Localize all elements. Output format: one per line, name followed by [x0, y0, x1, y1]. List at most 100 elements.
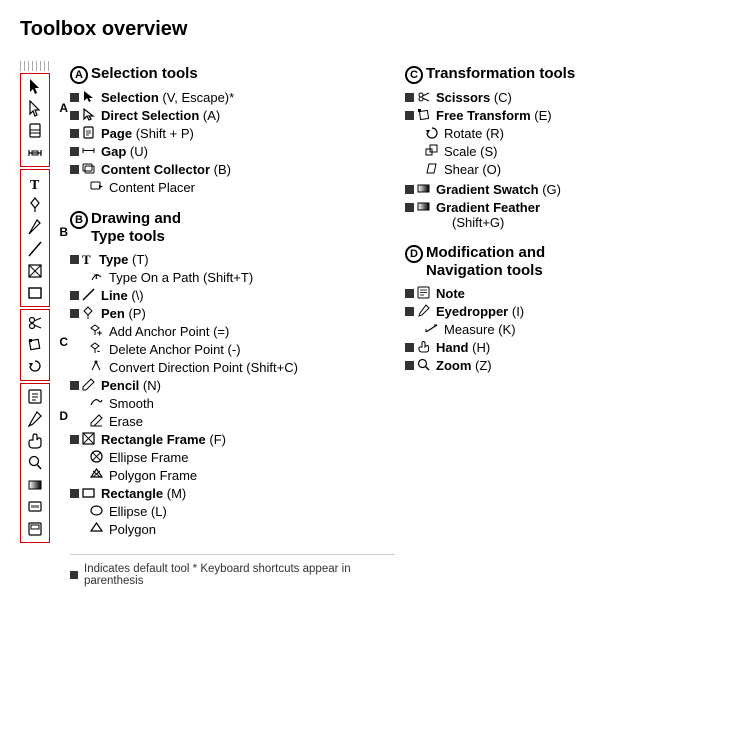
tool-pen[interactable]	[23, 194, 47, 216]
tool-label: Erase	[109, 414, 143, 429]
tool-rotate[interactable]	[23, 356, 47, 378]
list-item: Content Collector (B)	[70, 162, 395, 178]
tool-icon-convert	[90, 360, 103, 376]
tool-rect[interactable]	[23, 282, 47, 304]
tool-label: Zoom (Z)	[436, 358, 492, 373]
list-item: Hand (H)	[405, 340, 730, 356]
list-item: Selection (V, Escape)*	[70, 90, 395, 106]
tool-label: Ellipse Frame	[109, 450, 188, 465]
list-item: Ellipse Frame	[70, 450, 395, 466]
tool-icon-ellipse-frame	[90, 450, 103, 466]
tool-eyedropper[interactable]	[23, 408, 47, 430]
drawing-tool-list: T Type (T) T Type On a Path (Shift+T)	[70, 252, 395, 538]
tool-gradient[interactable]	[23, 474, 47, 496]
tool-scissors[interactable]	[23, 312, 47, 334]
circle-a: A	[70, 66, 88, 84]
default-marker	[405, 185, 414, 194]
tool-icon-polygon-frame	[90, 468, 103, 484]
list-item: T Type On a Path (Shift+T)	[70, 270, 395, 286]
tool-icon-ellipse	[90, 504, 103, 520]
tool-extra2[interactable]	[23, 518, 47, 540]
col-right: C Transformation tools Scissors (C)	[395, 57, 730, 587]
circle-c: C	[405, 66, 423, 84]
list-item: - Delete Anchor Point (-)	[70, 342, 395, 358]
tool-arrow[interactable]	[23, 76, 47, 98]
tool-label: Smooth	[109, 396, 154, 411]
tool-page[interactable]	[23, 120, 47, 142]
circle-d: D	[405, 245, 423, 263]
list-item: Content Placer	[70, 180, 395, 196]
tool-extra1[interactable]	[23, 496, 47, 518]
tool-icon-zoom-disp	[417, 358, 430, 374]
tool-group-c	[20, 309, 50, 381]
default-marker	[405, 93, 414, 102]
list-item: Gap (U)	[70, 144, 395, 160]
page-container: Toolbox overview A	[0, 0, 750, 601]
default-marker	[70, 435, 79, 444]
tool-icon-measure	[425, 322, 438, 338]
tool-icon-scissors	[417, 90, 430, 106]
tool-zoom[interactable]	[23, 452, 47, 474]
tool-type[interactable]: T	[23, 172, 47, 194]
section-header-modification: D Modification andNavigation tools	[405, 244, 730, 280]
tool-label: Scissors (C)	[436, 90, 512, 105]
tool-gap[interactable]	[23, 142, 47, 164]
default-marker	[405, 343, 414, 352]
tool-icon-pen	[82, 306, 95, 322]
tool-label: Type On a Path (Shift+T)	[109, 270, 253, 285]
tool-icon-placer	[90, 180, 103, 196]
list-item: Rectangle Frame (F)	[70, 432, 395, 448]
default-marker	[70, 381, 79, 390]
tool-icon-direct	[82, 108, 95, 124]
tool-note[interactable]	[23, 386, 47, 408]
default-marker	[405, 307, 414, 316]
section-header-drawing: B Drawing andType tools	[70, 210, 395, 246]
default-marker	[70, 111, 79, 120]
tool-icon-gradient-feather	[417, 200, 430, 216]
list-item: Measure (K)	[405, 322, 730, 338]
default-marker	[70, 147, 79, 156]
list-item: Scale (S)	[405, 144, 730, 160]
tool-direct-select[interactable]	[23, 98, 47, 120]
tool-label: Content Placer	[109, 180, 195, 195]
list-item: Pencil (N)	[70, 378, 395, 394]
tool-label: Gradient Swatch (G)	[436, 182, 561, 197]
svg-text:T: T	[82, 252, 91, 265]
tool-free-transform[interactable]	[23, 334, 47, 356]
tool-icon-gap	[82, 144, 95, 160]
tool-icon-page	[82, 126, 95, 142]
list-item: Zoom (Z)	[405, 358, 730, 374]
default-marker	[405, 361, 414, 370]
default-marker	[405, 111, 414, 120]
tool-label: Hand (H)	[436, 340, 490, 355]
footer-text: Indicates default tool * Keyboard shortc…	[84, 563, 395, 587]
tool-icon-polygon	[90, 522, 103, 538]
list-item: Polygon	[70, 522, 395, 538]
list-item: T Type (T)	[70, 252, 395, 268]
tool-label: Pencil (N)	[101, 378, 161, 393]
tool-hand[interactable]	[23, 430, 47, 452]
tool-line[interactable]	[23, 238, 47, 260]
list-item: Pen (P)	[70, 306, 395, 322]
tool-group-b: T	[20, 169, 50, 307]
default-marker	[70, 291, 79, 300]
default-marker	[70, 255, 79, 264]
tool-group-d	[20, 383, 50, 543]
default-marker	[70, 129, 79, 138]
tool-pencil[interactable]	[23, 216, 47, 238]
tool-label: Convert Direction Point (Shift+C)	[109, 360, 298, 375]
selection-tool-list: Selection (V, Escape)* Direct Selection …	[70, 90, 395, 196]
tool-label: Delete Anchor Point (-)	[109, 342, 241, 357]
tool-icon-scale	[425, 144, 438, 160]
tool-rect-frame[interactable]	[23, 260, 47, 282]
tool-label: Free Transform (E)	[436, 108, 552, 123]
svg-text:T: T	[30, 178, 40, 192]
tool-icon-erase	[90, 414, 103, 430]
tool-label: Pen (P)	[101, 306, 146, 321]
tool-icon-pencil	[82, 378, 95, 394]
tool-label: Scale (S)	[444, 144, 497, 159]
section-title-modification: Modification andNavigation tools	[426, 244, 545, 280]
default-marker	[70, 309, 79, 318]
tool-icon-free-transform	[417, 108, 430, 124]
list-item: Free Transform (E)	[405, 108, 730, 124]
